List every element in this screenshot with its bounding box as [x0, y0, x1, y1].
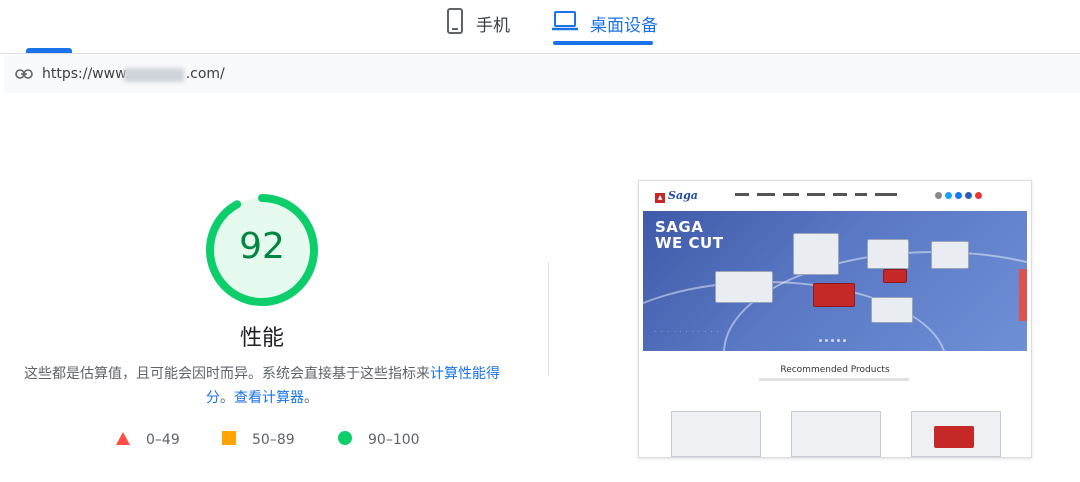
preview-product-card [663, 395, 767, 457]
legend-pass-range: 90–100 [368, 432, 420, 448]
device-tabs: 手机 桌面设备 [0, 0, 1080, 54]
tab-desktop[interactable]: 桌面设备 [552, 0, 658, 46]
phone-icon [446, 7, 464, 39]
preview-product-card [783, 395, 887, 457]
triangle-icon [116, 431, 130, 449]
performance-title: 性能 [239, 326, 284, 351]
url-prefix: https://www. [42, 66, 130, 82]
preview-section-title: Recommended Products [780, 365, 890, 375]
preview-hero-url: · · · · · · · · · · · [655, 329, 720, 335]
preview-site-logo: ▲ Saga [655, 189, 698, 203]
legend-fail-range: 0–49 [146, 432, 180, 448]
preview-hero-banner: SAGA WE CUT · · · · · · · · · · · [643, 211, 1027, 351]
preview-side-toolbar [1019, 269, 1027, 321]
link-icon [14, 64, 34, 84]
preview-social-icons [935, 192, 982, 199]
view-calculator-link[interactable]: 查看计算器 [234, 390, 304, 406]
final-screenshot-preview[interactable]: ▲ Saga SAGA WE CUT · · · · · · · · · · ·… [638, 180, 1032, 458]
url-redaction [124, 68, 184, 82]
preview-site-menu [735, 193, 897, 196]
tab-mobile-label: 手机 [476, 15, 510, 36]
url-suffix: .com/ [185, 66, 225, 82]
legend-fail: 0–49 [116, 430, 180, 450]
performance-score: 92 [239, 226, 285, 267]
circle-icon [338, 431, 352, 449]
preview-section-subtitle [759, 378, 909, 381]
tab-mobile[interactable]: 手机 [446, 0, 510, 46]
tabs-divider [0, 53, 1080, 54]
score-description: 这些都是估算值，且可能会因时而异。系统会直接基于这些指标来计算性能得分。查看计算… [20, 362, 504, 410]
laptop-icon [552, 10, 578, 37]
vertical-divider [548, 262, 549, 376]
active-tab-indicator [553, 41, 653, 45]
url-bar: https://www. .com/ [4, 55, 1080, 93]
description-separator: 。 [220, 390, 234, 406]
preview-carousel-dots [819, 339, 846, 342]
legend-pass: 90–100 [338, 430, 420, 450]
square-icon [222, 431, 236, 449]
legend-average-range: 50–89 [252, 432, 295, 448]
description-text: 这些都是估算值，且可能会因时而异。系统会直接基于这些指标来 [24, 366, 430, 382]
description-end: 。 [304, 390, 318, 406]
tab-desktop-label: 桌面设备 [590, 15, 658, 36]
legend-average: 50–89 [222, 430, 295, 450]
preview-site-header: ▲ Saga [639, 181, 1031, 211]
preview-product-card [903, 395, 1007, 457]
preview-hero-text: SAGA WE CUT [655, 218, 724, 252]
